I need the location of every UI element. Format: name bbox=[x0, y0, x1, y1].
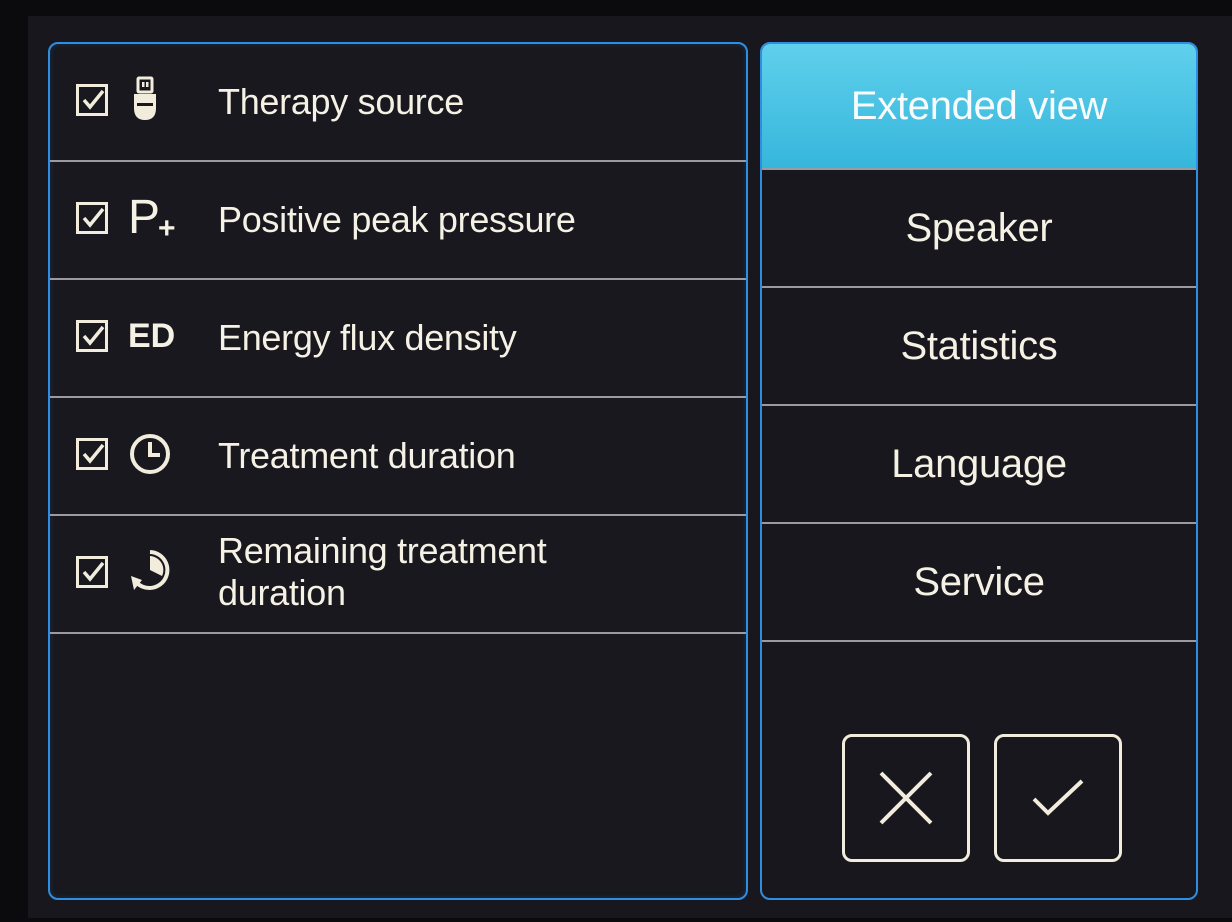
plus-sign: + bbox=[158, 212, 176, 245]
menu-item-speaker[interactable]: Speaker bbox=[762, 170, 1196, 288]
menu-panel: Extended view Speaker Statistics Languag… bbox=[760, 42, 1198, 900]
menu-item-language[interactable]: Language bbox=[762, 406, 1196, 524]
p-plus-icon: P + bbox=[128, 190, 188, 246]
confirm-button[interactable] bbox=[994, 734, 1122, 862]
option-row-energy-flux-density[interactable]: ED Energy flux density bbox=[50, 280, 746, 398]
check-icon bbox=[82, 443, 105, 464]
check-icon bbox=[82, 561, 105, 582]
countdown-clock-icon bbox=[128, 544, 188, 600]
menu-item-extended-view[interactable]: Extended view bbox=[762, 44, 1196, 170]
cancel-button[interactable] bbox=[842, 734, 970, 862]
device-screen: Therapy source P + Positive peak pressur… bbox=[28, 16, 1232, 918]
checkbox[interactable] bbox=[76, 556, 108, 588]
checkbox[interactable] bbox=[76, 84, 108, 116]
option-row-therapy-source[interactable]: Therapy source bbox=[50, 44, 746, 162]
option-label: Energy flux density bbox=[218, 317, 517, 358]
usb-plug-icon bbox=[128, 72, 188, 128]
checkbox[interactable] bbox=[76, 438, 108, 470]
ed-icon: ED bbox=[128, 308, 188, 364]
check-icon bbox=[82, 325, 105, 346]
display-options-panel: Therapy source P + Positive peak pressur… bbox=[48, 42, 748, 900]
option-label: Treatment duration bbox=[218, 435, 516, 476]
check-icon bbox=[82, 89, 105, 110]
option-label: Remaining treatment duration bbox=[218, 530, 547, 613]
menu-item-statistics[interactable]: Statistics bbox=[762, 288, 1196, 406]
option-row-positive-peak-pressure[interactable]: P + Positive peak pressure bbox=[50, 162, 746, 280]
ed-glyph: ED bbox=[128, 316, 176, 355]
check-icon bbox=[82, 207, 105, 228]
option-label: Therapy source bbox=[218, 81, 464, 122]
option-label: Positive peak pressure bbox=[218, 199, 576, 240]
menu-item-service[interactable]: Service bbox=[762, 524, 1196, 642]
checkmark-icon bbox=[1032, 779, 1084, 816]
p-plus-glyph: P bbox=[128, 191, 161, 244]
checkbox[interactable] bbox=[76, 320, 108, 352]
option-row-remaining-treatment-duration[interactable]: Remaining treatment duration bbox=[50, 516, 746, 634]
option-row-treatment-duration[interactable]: Treatment duration bbox=[50, 398, 746, 516]
clock-icon bbox=[128, 426, 188, 482]
close-icon bbox=[879, 771, 933, 825]
checkbox[interactable] bbox=[76, 202, 108, 234]
